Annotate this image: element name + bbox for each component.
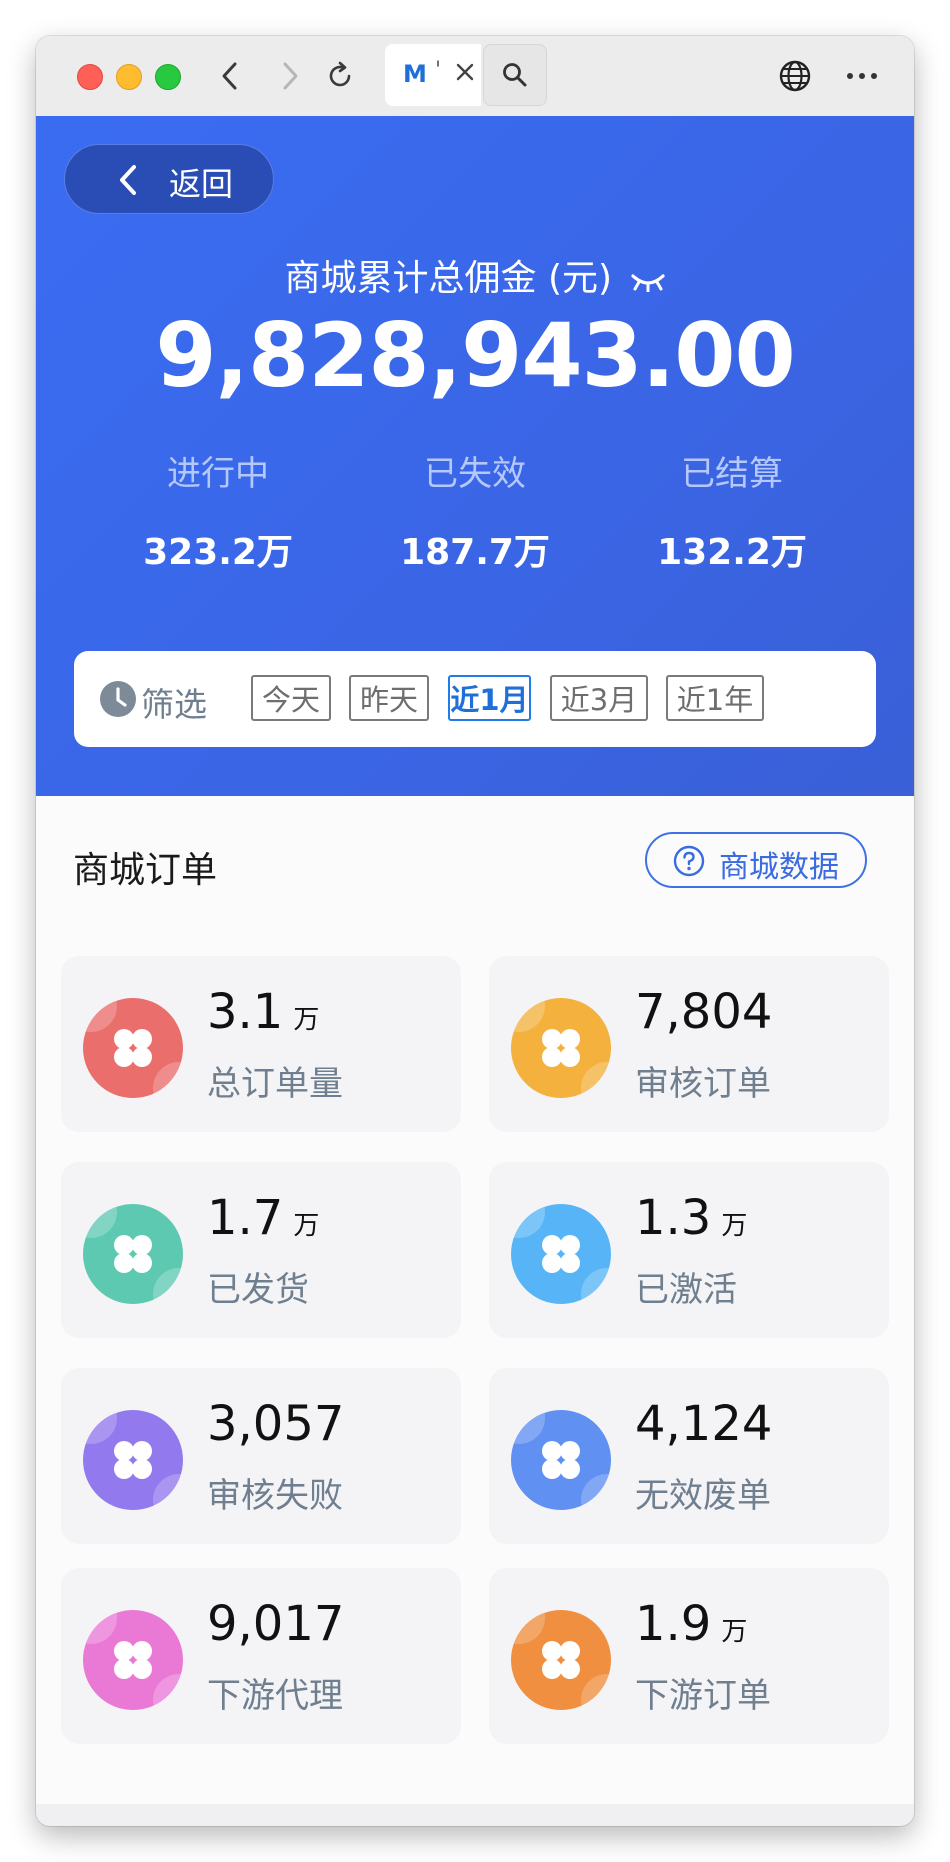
order-count-value: 1.9 <box>635 1596 712 1652</box>
order-count-value: 1.3 <box>635 1190 712 1246</box>
eye-closed-icon[interactable] <box>630 260 666 301</box>
stat-value: 132.2万 <box>657 532 807 573</box>
total-commission-label: 商城累计总佣金 (元) <box>284 258 613 299</box>
order-count-value: 3.1 <box>207 984 284 1040</box>
order-label: 审核失败 <box>207 1476 343 1516</box>
order-count: 7,804 <box>635 984 772 1040</box>
order-card-invalid-orders[interactable]: 4,124 无效废单 <box>489 1368 889 1544</box>
browser-window: M ' 返回 商城累计总佣金 (元) 9,828,943.00 进行中 323.… <box>36 36 914 1826</box>
stat-value: 187.7万 <box>400 532 550 573</box>
clover-icon <box>511 998 611 1098</box>
clover-icon <box>83 1610 183 1710</box>
stat-expired: 已失效 187.7万 <box>345 446 605 575</box>
back-arrow-icon[interactable] <box>212 58 248 94</box>
order-count: 3,057 <box>207 1396 344 1452</box>
order-card-activated[interactable]: 1.3 万已激活 <box>489 1162 889 1338</box>
back-button[interactable]: 返回 <box>64 144 274 214</box>
mall-data-button[interactable]: 商城数据 <box>645 832 867 888</box>
filter-last-month[interactable]: 近1月 <box>448 675 531 721</box>
browser-tab[interactable]: M ' <box>385 44 481 106</box>
search-icon[interactable] <box>483 44 547 106</box>
commission-header: 返回 商城累计总佣金 (元) 9,828,943.00 进行中 323.2万 已… <box>36 116 914 796</box>
order-count-value: 1.7 <box>207 1190 284 1246</box>
order-count: 4,124 <box>635 1396 772 1452</box>
order-label: 总订单量 <box>207 1064 343 1104</box>
clover-icon <box>83 1204 183 1304</box>
mall-orders-title: 商城订单 <box>73 850 218 891</box>
order-count: 1.3 万 <box>635 1190 747 1246</box>
order-card-review-failed[interactable]: 3,057 审核失败 <box>61 1368 461 1544</box>
order-card-total-orders[interactable]: 3.1 万总订单量 <box>61 956 461 1132</box>
order-count: 3.1 万 <box>207 984 319 1040</box>
order-count: 1.9 万 <box>635 1596 747 1652</box>
order-card-reviewed-orders[interactable]: 7,804 审核订单 <box>489 956 889 1132</box>
mall-data-label: 商城数据 <box>719 850 839 885</box>
filter-last-3-months[interactable]: 近3月 <box>550 675 648 721</box>
order-card-downstream-agents[interactable]: 9,017 下游代理 <box>61 1568 461 1744</box>
filter-last-year[interactable]: 近1年 <box>666 675 764 721</box>
clover-icon <box>511 1410 611 1510</box>
tab-close-icon[interactable] <box>453 60 477 88</box>
total-commission-value: 9,828,943.00 <box>155 304 795 407</box>
filter-today[interactable]: 今天 <box>251 675 331 721</box>
date-filter-bar: 筛选 今天 昨天 近1月 近3月 近1年 <box>74 651 876 747</box>
stat-in-progress: 进行中 323.2万 <box>88 446 348 575</box>
clover-icon <box>83 1410 183 1510</box>
chevron-left-icon <box>117 163 139 201</box>
filter-yesterday[interactable]: 昨天 <box>349 675 429 721</box>
back-label: 返回 <box>169 165 234 203</box>
bottom-strip <box>36 1804 914 1826</box>
order-card-shipped[interactable]: 1.7 万已发货 <box>61 1162 461 1338</box>
stat-settled: 已结算 132.2万 <box>602 446 862 575</box>
minimize-window-button[interactable] <box>116 64 142 90</box>
tab-title: ' <box>435 58 442 83</box>
maximize-window-button[interactable] <box>155 64 181 90</box>
order-count-unit: 万 <box>293 1211 320 1241</box>
stat-label: 已失效 <box>424 454 526 494</box>
clock-icon <box>99 680 137 722</box>
order-label: 下游订单 <box>635 1676 771 1716</box>
title-bar: M ' <box>36 36 914 116</box>
order-count-unit: 万 <box>721 1617 748 1647</box>
clover-icon <box>511 1204 611 1304</box>
stat-label: 进行中 <box>167 454 269 494</box>
order-label: 下游代理 <box>207 1676 343 1716</box>
order-count: 9,017 <box>207 1596 344 1652</box>
order-count-value: 9,017 <box>207 1596 345 1652</box>
order-label: 审核订单 <box>635 1064 771 1104</box>
order-label: 已发货 <box>207 1270 309 1310</box>
stat-value: 323.2万 <box>143 532 293 573</box>
more-options-icon[interactable] <box>842 58 882 94</box>
order-count-value: 7,804 <box>635 984 773 1040</box>
order-count-value: 4,124 <box>635 1396 773 1452</box>
order-count-unit: 万 <box>293 1005 320 1035</box>
clover-icon <box>83 998 183 1098</box>
filter-label: 筛选 <box>141 685 207 724</box>
order-count-unit: 万 <box>721 1211 748 1241</box>
globe-icon[interactable] <box>777 58 813 94</box>
clover-icon <box>511 1610 611 1710</box>
forward-arrow-icon[interactable] <box>272 58 308 94</box>
order-count: 1.7 万 <box>207 1190 319 1246</box>
stat-label: 已结算 <box>681 454 783 494</box>
order-label: 已激活 <box>635 1270 737 1310</box>
order-count-value: 3,057 <box>207 1396 345 1452</box>
question-circle-icon <box>673 845 705 881</box>
tab-logo-icon: M <box>403 60 427 88</box>
order-card-downstream-orders[interactable]: 1.9 万下游订单 <box>489 1568 889 1744</box>
order-label: 无效废单 <box>635 1476 771 1516</box>
close-window-button[interactable] <box>77 64 103 90</box>
reload-icon[interactable] <box>322 58 358 94</box>
total-commission-title: 商城累计总佣金 (元) <box>36 249 914 301</box>
